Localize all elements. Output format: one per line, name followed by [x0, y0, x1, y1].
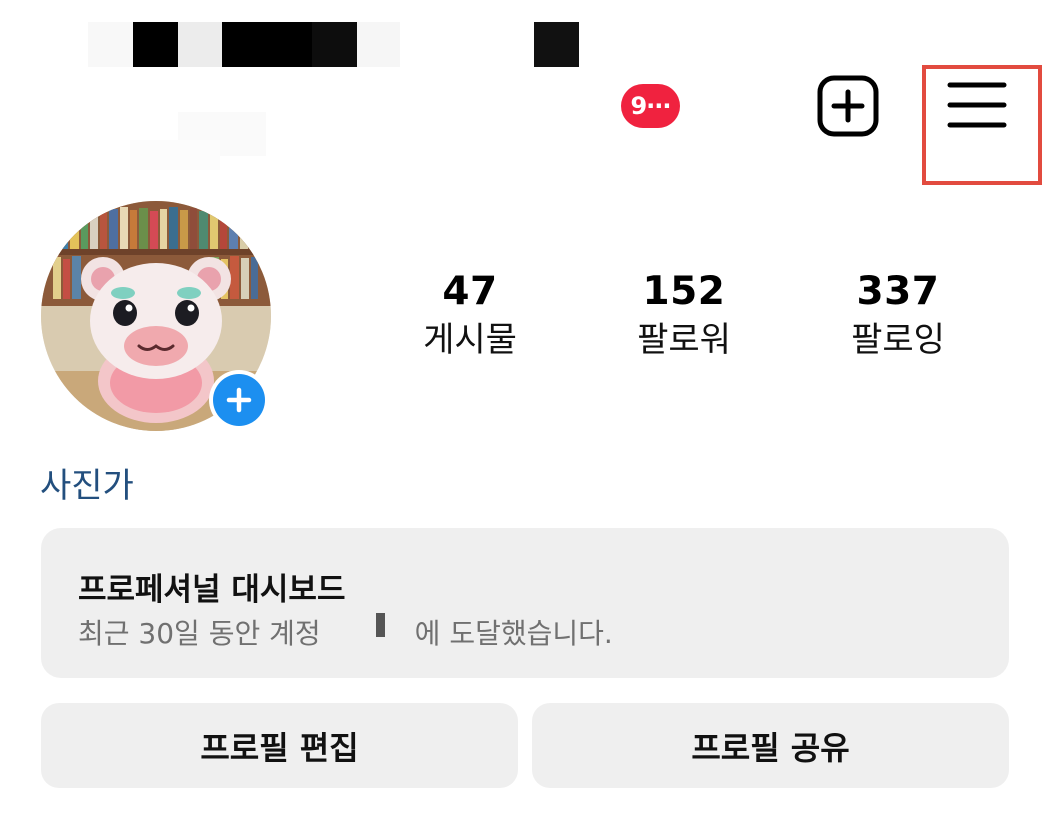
dashboard-title: 프로페셔널 대시보드 [78, 572, 346, 608]
dashboard-subtitle-prefix: 최근 30일 동안 계정 [78, 617, 321, 650]
redaction-block [222, 22, 312, 67]
share-profile-button[interactable]: 프로필 공유 [532, 703, 1009, 788]
plus-icon [226, 387, 252, 413]
posts-count: 47 [442, 269, 498, 314]
edit-profile-button[interactable]: 프로필 편집 [41, 703, 518, 788]
followers-label: 팔로워 [637, 320, 731, 360]
profile-category: 사진가 [40, 466, 134, 506]
redacted-reach-count [321, 613, 415, 649]
dashboard-subtitle: 최근 30일 동안 계정 에 도달했습니다. [78, 612, 613, 652]
followers-count: 152 [642, 269, 726, 314]
redaction-block [178, 22, 222, 67]
new-post-button[interactable] [816, 74, 880, 138]
following-label: 팔로잉 [851, 320, 945, 360]
add-story-circle [213, 374, 265, 426]
redaction-block [312, 22, 357, 67]
following-count: 337 [856, 269, 940, 314]
stat-following[interactable]: 337 팔로잉 [798, 268, 998, 362]
redaction-block [357, 22, 400, 67]
posts-label: 게시물 [423, 320, 517, 360]
notification-badge[interactable]: 9··· [621, 84, 680, 128]
plus-square-icon [817, 75, 879, 137]
professional-dashboard-card[interactable]: 프로페셔널 대시보드 최근 30일 동안 계정 에 도달했습니다. [41, 528, 1009, 678]
hamburger-menu-icon [947, 82, 1007, 128]
redaction-block [375, 613, 385, 637]
dashboard-subtitle-suffix: 에 도달했습니다. [414, 617, 613, 650]
redaction-block [88, 22, 133, 67]
redaction-block [534, 22, 579, 67]
stat-posts[interactable]: 47 게시물 [370, 268, 570, 362]
menu-button[interactable] [946, 80, 1010, 130]
stat-followers[interactable]: 152 팔로워 [584, 268, 784, 362]
redaction-block [133, 22, 178, 67]
add-story-button[interactable] [209, 370, 269, 430]
redaction-block [130, 140, 220, 170]
